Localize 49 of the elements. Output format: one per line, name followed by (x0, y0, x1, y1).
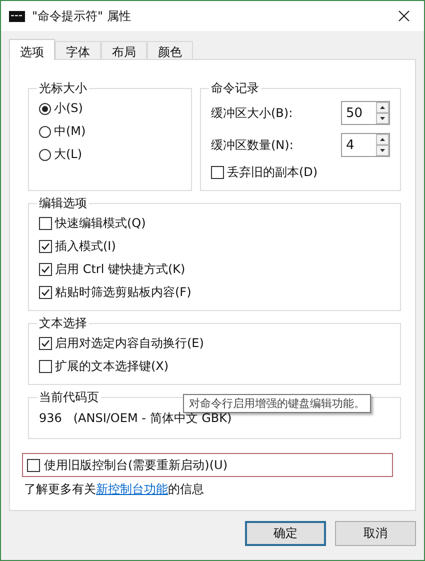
checkbox[interactable] (39, 286, 52, 299)
spin-down-button[interactable] (376, 145, 389, 156)
radio-button[interactable] (39, 126, 51, 138)
info-text: 了解更多有关新控制台功能的信息 (24, 481, 205, 498)
link[interactable]: 新控制台功能 (96, 482, 168, 496)
tab[interactable]: 颜色 (147, 41, 193, 59)
dialog-button[interactable]: 确定 (245, 521, 326, 546)
checkbox[interactable] (39, 360, 52, 373)
option-label: 丢弃旧的副本(D) (227, 164, 318, 181)
tab[interactable]: 字体 (55, 41, 101, 59)
check-icon (40, 338, 51, 349)
option-label: 大(L) (54, 146, 82, 163)
field-label: 缓冲区大小(B): (211, 104, 293, 122)
option-label: 启用对选定内容自动换行(E) (55, 335, 204, 352)
field-label: 缓冲区数量(N): (211, 136, 294, 154)
option-label: 小(S) (54, 100, 83, 117)
option-label: 插入模式(I) (55, 238, 116, 255)
window-title: "命令提示符" 属性 (32, 8, 132, 24)
checkbox[interactable] (39, 337, 52, 350)
dialog-button[interactable]: 取消 (335, 521, 416, 546)
checkbox[interactable] (211, 166, 224, 179)
spin-down-button[interactable] (376, 113, 389, 124)
option-label: 启用 Ctrl 键快捷方式(K) (55, 261, 186, 278)
tab[interactable]: 布局 (101, 41, 147, 59)
group-title: 当前代码页 (38, 389, 100, 406)
checkbox[interactable] (39, 240, 52, 253)
spin-up-button[interactable] (376, 134, 389, 145)
option-label: 使用旧版控制台(需要重新启动)(U) (44, 456, 228, 474)
option-label: 中(M) (54, 123, 86, 140)
group-title: 编辑选项 (38, 195, 88, 212)
check-icon (40, 287, 51, 298)
close-icon[interactable] (398, 10, 410, 22)
checkbox[interactable] (39, 263, 52, 276)
check-icon (40, 264, 51, 275)
checkbox[interactable] (27, 458, 40, 472)
tab[interactable]: 选项 (9, 39, 55, 60)
group-title: 文本选择 (38, 315, 88, 332)
check-icon (40, 241, 51, 252)
radio-button[interactable] (39, 148, 51, 160)
group-title: 光标大小 (38, 80, 88, 97)
tooltip: 对命令行启用增强的键盘编辑功能。 (183, 394, 371, 413)
option-label: 扩展的文本选择键(X) (55, 358, 169, 375)
option-label: 粘贴时筛选剪贴板内容(F) (55, 284, 192, 301)
console-icon (9, 10, 25, 22)
option-label: 快速编辑模式(Q) (55, 215, 146, 232)
group-title: 命令记录 (210, 80, 260, 97)
spin-up-button[interactable] (376, 102, 389, 113)
radio-button[interactable] (39, 102, 51, 114)
checkbox[interactable] (39, 217, 52, 230)
